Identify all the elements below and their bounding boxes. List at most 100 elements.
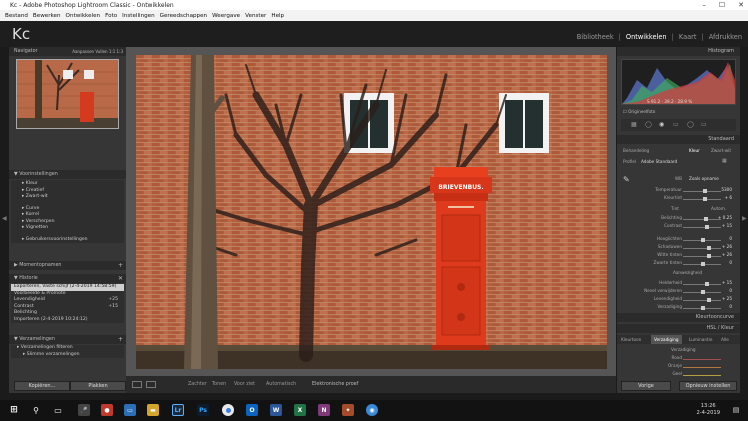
app-globe-icon[interactable]: ◉ [366, 404, 378, 416]
system-clock[interactable]: 13:26 2-4-2019 [696, 403, 720, 417]
preset-group-user[interactable]: ▸ Gebruikersvoorinstellingen [11, 237, 124, 244]
crop-tool-icon[interactable]: ▦ [631, 121, 637, 128]
module-afdrukken[interactable]: Afdrukken [709, 33, 742, 41]
presets-header[interactable]: ▼ Voorinstellingen [9, 170, 126, 179]
slider-temperature[interactable]: Temperatuur 5300 [617, 186, 740, 194]
menu-bewerken[interactable]: Bewerken [33, 13, 61, 19]
hsl-slider-red[interactable]: Rood [617, 354, 740, 362]
slider-exposure[interactable]: Belichting + 0.25 [617, 214, 740, 222]
excel-icon[interactable]: X [294, 404, 306, 416]
mic-icon[interactable]: 🎤 [78, 404, 90, 416]
module-bibliotheek[interactable]: Bibliotheek [577, 33, 614, 41]
slider-whites[interactable]: Witte tinten + 26 [617, 251, 740, 259]
spot-removal-icon[interactable]: ◯ [645, 121, 652, 128]
hsl-slider-orange[interactable]: Oranje [617, 362, 740, 370]
profile-browser-icon[interactable]: ▦ [722, 158, 727, 164]
copy-button[interactable]: Kopiëren... [14, 381, 70, 391]
brush-icon[interactable]: ▭ [701, 121, 707, 128]
paste-button[interactable]: Plakken [70, 381, 126, 391]
photoshop-taskbar-icon[interactable]: Ps [197, 404, 209, 416]
clock-time: 13:26 [700, 403, 716, 409]
hsl-tab-saturation[interactable]: Verzadiging [651, 335, 682, 344]
menu-ontwikkelen[interactable]: Ontwikkelen [66, 13, 101, 19]
menu-gereedschappen[interactable]: Gereedschappen [160, 13, 207, 19]
hsl-tab-all[interactable]: Alle [721, 337, 729, 342]
radial-filter-icon[interactable]: ◯ [687, 121, 694, 128]
hsl-tab-hue[interactable]: Kleurtoon [621, 337, 641, 342]
main-photo[interactable]: BRIEVENBUS. [136, 55, 607, 369]
hsl-tab-luminance[interactable]: Luminantie [689, 337, 712, 342]
preset-group-zwartwit[interactable]: ▸ Zwart-wit [11, 194, 124, 201]
profile-select[interactable]: Adobe Standaard [641, 159, 677, 164]
start-icon[interactable]: ⊞ [8, 404, 20, 416]
close-button[interactable]: ✕ [738, 0, 744, 10]
right-panel-toggle-icon[interactable]: ▶ [742, 215, 747, 222]
history-header[interactable]: ▼ Historie ✕ [9, 274, 126, 283]
original-photo-checkbox[interactable]: ☐ Origineelfoto [623, 109, 655, 114]
menu-help[interactable]: Help [271, 13, 284, 19]
word-icon[interactable]: W [270, 404, 282, 416]
hsl-slider-yellow[interactable]: Geel [617, 370, 740, 378]
menu-bestand[interactable]: Bestand [5, 13, 28, 19]
toolbar-view[interactable]: Voor ziet [234, 382, 255, 387]
menu-venster[interactable]: Venster [245, 13, 266, 19]
basic-header[interactable]: Standaard [617, 135, 740, 144]
navigator-zoom-options[interactable]: Aanpassen Vullen 1:1 1:3 [72, 47, 123, 56]
slider-tint[interactable]: Kleurtint + 6 [617, 194, 740, 202]
slider-contrast[interactable]: Contrast + 15 [617, 222, 740, 230]
file-explorer-icon[interactable]: ▬ [147, 404, 159, 416]
graduated-filter-icon[interactable]: ▭ [673, 121, 679, 128]
module-kaart[interactable]: Kaart [679, 33, 697, 41]
hsl-sub-label: Verzadiging [671, 347, 696, 352]
slider-highlights[interactable]: Hooglichten 0 [617, 235, 740, 243]
slider-blacks[interactable]: Zwarte tinten 0 [617, 259, 740, 267]
reset-button[interactable]: Opnieuw instellen [679, 381, 737, 391]
history-item[interactable]: Importeren (2-4-2019 10:24:12) [11, 317, 124, 324]
toolbar-compare[interactable]: Tonen [212, 382, 226, 387]
onenote-icon[interactable]: N [318, 404, 330, 416]
notifications-icon[interactable]: ▤ [730, 404, 742, 416]
module-ontwikkelen[interactable]: Ontwikkelen [626, 33, 667, 41]
compare-view-icon[interactable] [146, 381, 156, 388]
lightroom-taskbar-icon[interactable]: Lr [172, 404, 184, 416]
menu-foto[interactable]: Foto [105, 13, 117, 19]
navigator-header[interactable]: Navigator Aanpassen Vullen 1:1 1:3 [9, 47, 126, 56]
outlook-icon[interactable]: O [246, 404, 258, 416]
app-red-icon[interactable]: ● [101, 404, 113, 416]
slider-dehaze[interactable]: Nevel verwijderen 0 [617, 287, 740, 295]
histogram-header[interactable]: Histogram [617, 47, 740, 56]
toolbar-auto[interactable]: Automatisch [266, 382, 296, 387]
slider-shadows[interactable]: Schaduwen + 26 [617, 243, 740, 251]
slider-vibrance[interactable]: Levendigheid + 25 [617, 295, 740, 303]
task-view-icon[interactable]: ▭ [52, 404, 64, 416]
chrome-icon[interactable] [222, 404, 234, 416]
histogram-readout: S 91.2 · 39.2 · 28.9 % [647, 99, 693, 104]
soft-proof-checkbox[interactable]: Elektronische proef [312, 382, 358, 387]
wb-select[interactable]: Zoals opname [689, 176, 719, 181]
treatment-color[interactable]: Kleur [689, 148, 700, 153]
redeye-icon[interactable]: ◉ [659, 121, 664, 128]
snapshots-header[interactable]: ▶ Momentopnamen + [9, 261, 126, 270]
navigator-thumbnail[interactable] [16, 59, 119, 129]
collections-list: ▸ Verzamelingen filteren ▸ Slimme verzam… [11, 345, 124, 358]
tone-auto-button[interactable]: Autom. [711, 206, 726, 211]
hsl-header[interactable]: HSL / Kleur [617, 324, 740, 333]
toolbar-zoom[interactable]: Zachter [188, 382, 207, 387]
smart-collections[interactable]: ▸ Slimme verzamelingen [11, 352, 124, 359]
tone-curve-header[interactable]: Kleurtooncurve [617, 313, 740, 322]
preset-group-vignetten[interactable]: ▸ Vignetten [11, 225, 124, 232]
app-blue-icon[interactable]: ▭ [124, 404, 136, 416]
app-misc-icon[interactable]: ✦ [342, 404, 354, 416]
collections-header[interactable]: ▼ Verzamelingen + [9, 335, 126, 344]
left-panel-toggle-icon[interactable]: ◀ [2, 215, 7, 222]
menu-instellingen[interactable]: Instellingen [122, 13, 155, 19]
previous-button[interactable]: Vorige [621, 381, 671, 391]
slider-clarity[interactable]: Helderheid + 15 [617, 279, 740, 287]
menu-weergave[interactable]: Weergave [212, 13, 240, 19]
slider-saturation[interactable]: Verzadiging 0 [617, 303, 740, 311]
minimize-button[interactable]: – [702, 0, 706, 10]
search-icon[interactable]: ⚲ [30, 404, 42, 416]
loupe-view-icon[interactable] [132, 381, 142, 388]
maximize-button[interactable]: ☐ [719, 0, 725, 10]
treatment-bw[interactable]: Zwart-wit [711, 148, 731, 153]
